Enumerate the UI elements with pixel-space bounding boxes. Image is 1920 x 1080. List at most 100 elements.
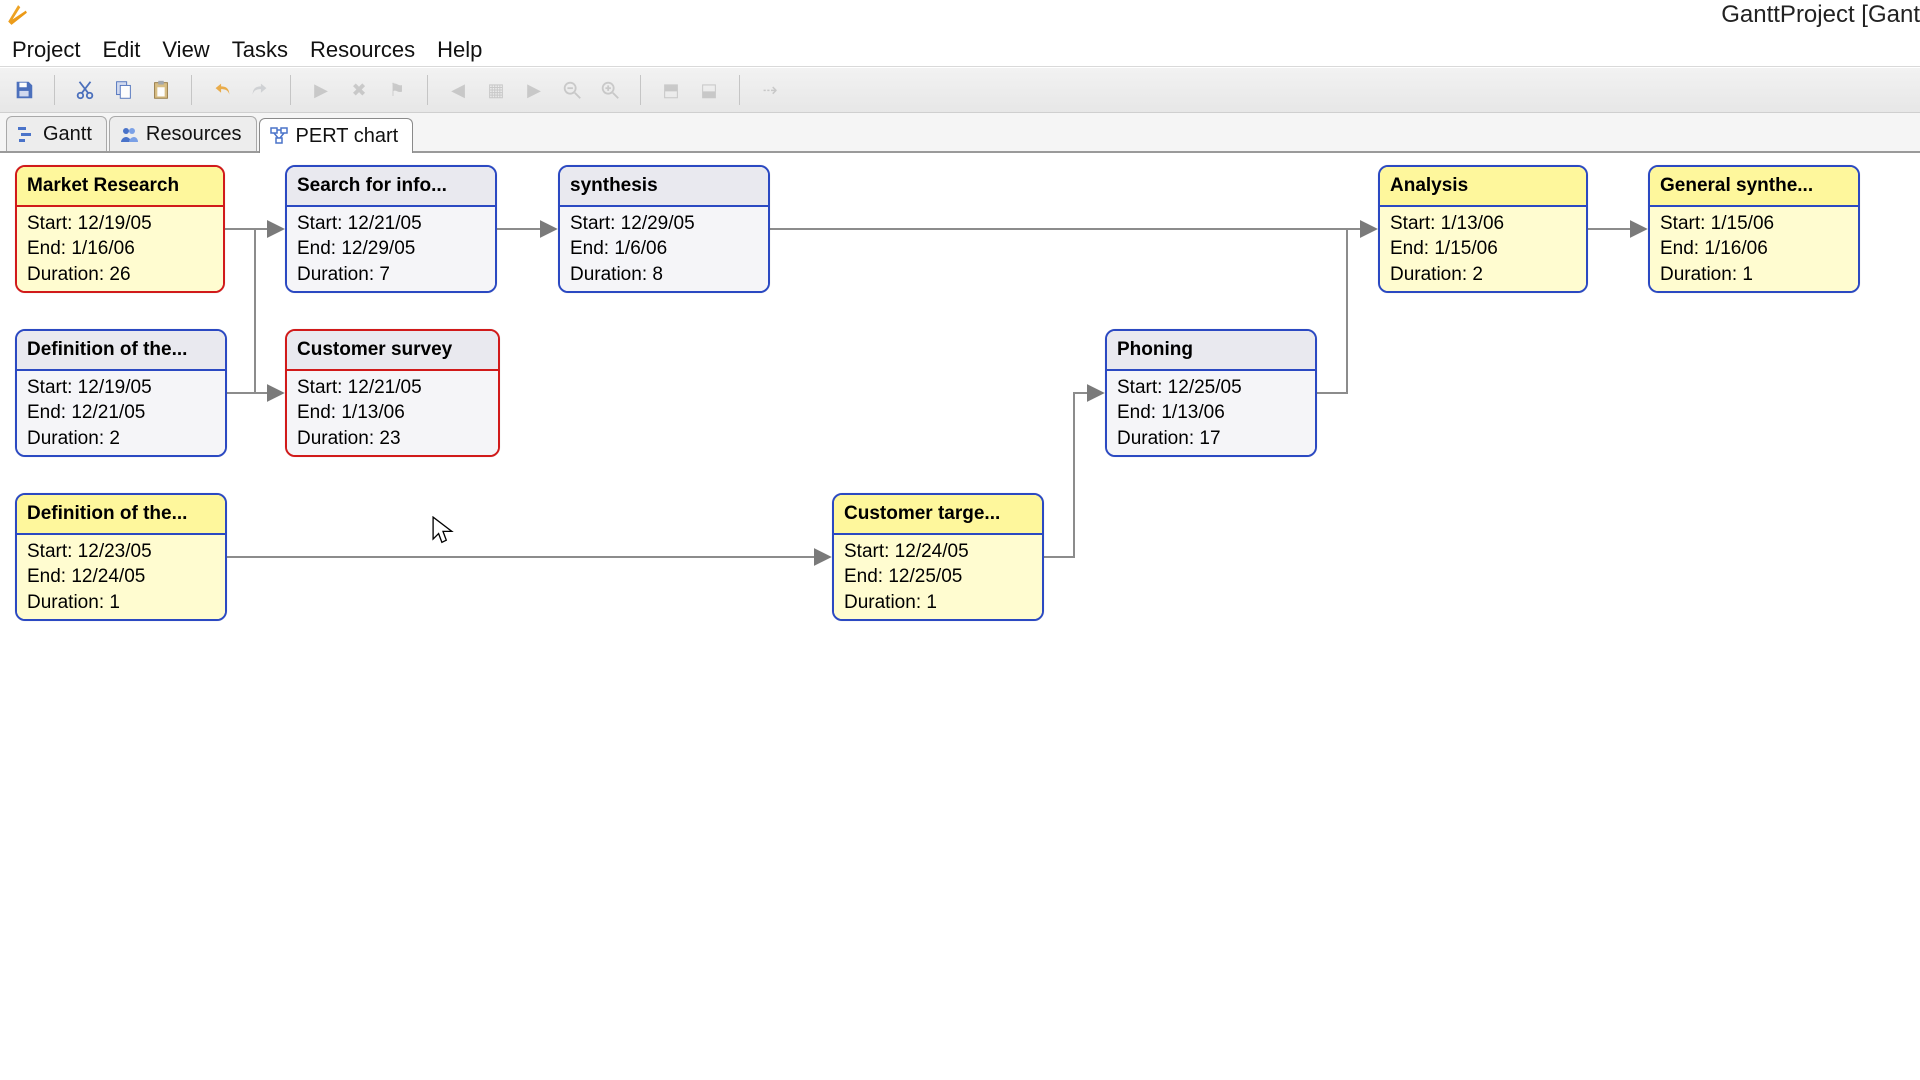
nav-prev-icon[interactable]: ◀ <box>444 76 472 104</box>
tab-pert-label: PERT chart <box>296 125 399 148</box>
tab-resources-label: Resources <box>146 123 242 146</box>
pert-node[interactable]: Phoning Start: 12/25/05End: 1/13/06Durati… <box>1105 329 1317 457</box>
title-bar: GanttProject [Gant <box>0 0 1920 30</box>
save-icon[interactable] <box>10 76 38 104</box>
toolbar-separator <box>191 75 192 105</box>
toolbar-separator <box>427 75 428 105</box>
outdent-icon[interactable]: ⬓ <box>695 76 723 104</box>
menu-tasks[interactable]: Tasks <box>222 35 298 65</box>
node-body: Start: 12/21/05End: 12/29/05Duration: 7 <box>287 207 495 293</box>
node-title: Definition of the... <box>27 503 187 524</box>
zoom-out-icon[interactable] <box>558 76 586 104</box>
indent-icon[interactable]: ⬒ <box>657 76 685 104</box>
menu-edit[interactable]: Edit <box>92 35 150 65</box>
people-icon <box>120 125 138 143</box>
menu-resources[interactable]: Resources <box>300 35 425 65</box>
node-start: Start: 12/24/05 <box>844 539 1032 565</box>
node-start: Start: 12/29/05 <box>570 211 758 237</box>
zoom-in-icon[interactable] <box>596 76 624 104</box>
node-body: Start: 12/19/05End: 1/16/06Duration: 26 <box>17 207 223 293</box>
node-duration: Duration: 8 <box>570 262 758 288</box>
app-logo-icon <box>6 4 28 26</box>
menu-project[interactable]: Project <box>2 35 90 65</box>
node-start: Start: 12/21/05 <box>297 211 485 237</box>
node-end: End: 12/24/05 <box>27 564 215 590</box>
node-end: End: 1/16/06 <box>1660 236 1848 262</box>
tab-resources[interactable]: Resources <box>109 116 257 151</box>
node-end: End: 12/21/05 <box>27 400 215 426</box>
node-end: End: 12/25/05 <box>844 564 1032 590</box>
node-title: Search for info... <box>297 175 447 196</box>
pert-node[interactable]: Customer targe... Start: 12/24/05End: 12/… <box>832 493 1044 621</box>
node-title: Definition of the... <box>27 339 187 360</box>
node-title: Market Research <box>27 175 179 196</box>
pert-node[interactable]: Search for info... Start: 12/21/05End: 12… <box>285 165 497 293</box>
toolbar-separator <box>54 75 55 105</box>
nav-next-icon[interactable]: ▶ <box>520 76 548 104</box>
node-end: End: 1/13/06 <box>297 400 488 426</box>
node-start: Start: 12/19/05 <box>27 211 213 237</box>
zoom-fit-icon[interactable]: ▦ <box>482 76 510 104</box>
node-title: Phoning <box>1117 339 1193 360</box>
copy-icon[interactable] <box>109 76 137 104</box>
tab-gantt[interactable]: Gantt <box>6 116 107 151</box>
pert-node[interactable]: synthesis Start: 12/29/05End: 1/6/06Durat… <box>558 165 770 293</box>
toolbar: ▶ ✖ ⚑ ◀ ▦ ▶ ⬒ ⬓ ⇢ <box>0 67 1920 113</box>
pert-node[interactable]: Definition of the... Start: 12/19/05End: … <box>15 329 227 457</box>
pert-node[interactable]: Definition of the... Start: 12/23/05End: … <box>15 493 227 621</box>
node-duration: Duration: 26 <box>27 262 213 288</box>
node-duration: Duration: 1 <box>1660 262 1848 288</box>
pert-canvas[interactable]: Market ResearchStart: 12/19/05End: 1/16/… <box>0 153 1920 1080</box>
node-end: End: 1/15/06 <box>1390 236 1576 262</box>
node-title: Customer targe... <box>844 503 1000 524</box>
node-body: Start: 12/21/05End: 1/13/06Duration: 23 <box>287 371 498 457</box>
node-duration: Duration: 1 <box>27 590 215 616</box>
node-duration: Duration: 2 <box>27 426 215 452</box>
node-end: End: 1/16/06 <box>27 236 213 262</box>
node-start: Start: 1/13/06 <box>1390 211 1576 237</box>
properties-icon[interactable]: ⚑ <box>383 76 411 104</box>
node-body: Start: 12/23/05End: 12/24/05Duration: 1 <box>17 535 225 621</box>
pert-icon <box>270 127 288 145</box>
node-body: Start: 1/15/06End: 1/16/06Duration: 1 <box>1650 207 1858 293</box>
node-start: Start: 12/21/05 <box>297 375 488 401</box>
menu-bar: Project Edit View Tasks Resources Help <box>0 30 1920 67</box>
node-end: End: 12/29/05 <box>297 236 485 262</box>
toolbar-separator <box>290 75 291 105</box>
delete-icon[interactable]: ✖ <box>345 76 373 104</box>
pert-node[interactable]: Market Research Start: 12/19/05End: 1/16/… <box>15 165 225 293</box>
node-title: synthesis <box>570 175 658 196</box>
tab-pert[interactable]: PERT chart <box>259 118 414 153</box>
node-body: Start: 12/29/05End: 1/6/06Duration: 8 <box>560 207 768 293</box>
pert-edge <box>1317 229 1376 393</box>
mouse-cursor-icon <box>432 516 454 544</box>
node-body: Start: 12/19/05End: 12/21/05Duration: 2 <box>17 371 225 457</box>
node-body: Start: 1/13/06End: 1/15/06Duration: 2 <box>1380 207 1586 293</box>
cut-icon[interactable] <box>71 76 99 104</box>
redo-icon[interactable] <box>246 76 274 104</box>
gantt-icon <box>17 125 35 143</box>
pert-node[interactable]: AnalysisStart: 1/13/06End: 1/15/06Durati… <box>1378 165 1588 293</box>
goto-start-icon[interactable]: ▶ <box>307 76 335 104</box>
paste-icon[interactable] <box>147 76 175 104</box>
node-start: Start: 12/25/05 <box>1117 375 1305 401</box>
link-icon[interactable]: ⇢ <box>756 76 784 104</box>
node-start: Start: 12/19/05 <box>27 375 215 401</box>
node-body: Start: 12/24/05End: 12/25/05Duration: 1 <box>834 535 1042 621</box>
menu-view[interactable]: View <box>152 35 219 65</box>
node-duration: Duration: 2 <box>1390 262 1576 288</box>
undo-icon[interactable] <box>208 76 236 104</box>
menu-help[interactable]: Help <box>427 35 492 65</box>
node-duration: Duration: 17 <box>1117 426 1305 452</box>
tab-bar: Gantt Resources PERT chart <box>0 113 1920 153</box>
node-duration: Duration: 1 <box>844 590 1032 616</box>
pert-node[interactable]: Customer surveyStart: 12/21/05End: 1/13/… <box>285 329 500 457</box>
node-end: End: 1/6/06 <box>570 236 758 262</box>
pert-edge <box>1044 393 1103 557</box>
node-body: Start: 12/25/05End: 1/13/06Duration: 17 <box>1107 371 1315 457</box>
node-duration: Duration: 23 <box>297 426 488 452</box>
pert-edge <box>227 229 283 393</box>
tab-gantt-label: Gantt <box>43 123 92 146</box>
pert-node[interactable]: General synthe...Start: 1/15/06End: 1/16… <box>1648 165 1860 293</box>
node-duration: Duration: 7 <box>297 262 485 288</box>
